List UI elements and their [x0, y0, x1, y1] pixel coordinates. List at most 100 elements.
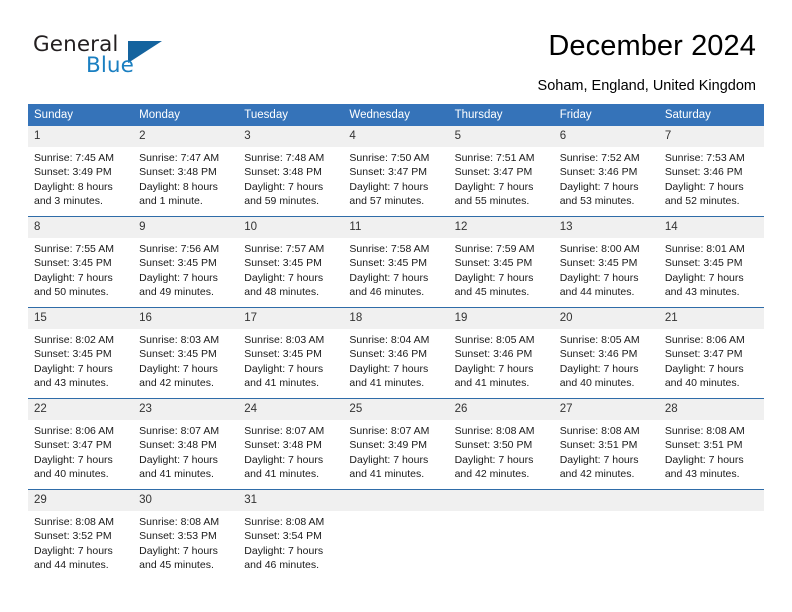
day-details: Sunrise: 8:05 AM Sunset: 3:46 PM Dayligh… [554, 329, 659, 391]
day-cell[interactable]: 4 Sunrise: 7:50 AM Sunset: 3:47 PM Dayli… [343, 126, 449, 217]
day-cell[interactable]: 14 Sunrise: 8:01 AM Sunset: 3:45 PM Dayl… [658, 216, 764, 308]
day-details: Sunrise: 7:47 AM Sunset: 3:48 PM Dayligh… [133, 147, 238, 209]
day-cell[interactable]: 2 Sunrise: 7:47 AM Sunset: 3:48 PM Dayli… [133, 126, 239, 217]
daylight-text-line2: and 45 minutes. [139, 559, 214, 572]
weekday-header-friday: Friday [553, 104, 659, 126]
daylight-text-line2: and 44 minutes. [34, 559, 109, 572]
day-cell[interactable]: 13 Sunrise: 8:00 AM Sunset: 3:45 PM Dayl… [553, 216, 659, 308]
day-cell[interactable]: 5 Sunrise: 7:51 AM Sunset: 3:47 PM Dayli… [448, 126, 554, 217]
day-cell[interactable]: 18 Sunrise: 8:04 AM Sunset: 3:46 PM Dayl… [343, 307, 449, 399]
day-number [343, 490, 449, 511]
sunrise-text: Sunrise: 8:05 AM [559, 334, 640, 346]
daylight-text-line2: and 43 minutes. [664, 468, 740, 481]
day-cell[interactable]: 22 Sunrise: 8:06 AM Sunset: 3:47 PM Dayl… [28, 398, 134, 490]
day-number: 9 [133, 217, 239, 238]
day-cell[interactable]: 8 Sunrise: 7:55 AM Sunset: 3:45 PM Dayli… [28, 216, 134, 308]
daylight-text-line2: and 40 minutes. [664, 377, 740, 390]
page-header: General Blue December 2024 Soham, Englan… [0, 0, 792, 98]
day-cell[interactable]: 19 Sunrise: 8:05 AM Sunset: 3:46 PM Dayl… [448, 307, 554, 399]
day-cell[interactable]: 6 Sunrise: 7:52 AM Sunset: 3:46 PM Dayli… [553, 126, 659, 217]
day-cell[interactable]: 26 Sunrise: 8:08 AM Sunset: 3:50 PM Dayl… [448, 398, 554, 490]
day-cell[interactable]: 3 Sunrise: 7:48 AM Sunset: 3:48 PM Dayli… [238, 126, 344, 217]
day-cell[interactable]: 30 Sunrise: 8:08 AM Sunset: 3:53 PM Dayl… [133, 489, 239, 580]
sunset-text: Sunset: 3:47 PM [34, 439, 112, 452]
day-details: Sunrise: 8:07 AM Sunset: 3:49 PM Dayligh… [343, 420, 448, 482]
day-details: Sunrise: 7:56 AM Sunset: 3:45 PM Dayligh… [133, 238, 238, 300]
day-cell[interactable]: 25 Sunrise: 8:07 AM Sunset: 3:49 PM Dayl… [343, 398, 449, 490]
sunrise-text: Sunrise: 8:04 AM [349, 334, 430, 346]
sunrise-text: Sunrise: 8:00 AM [559, 243, 640, 255]
daylight-text-line2: and 43 minutes. [664, 286, 740, 299]
sunrise-text: Sunrise: 8:07 AM [349, 425, 430, 437]
daylight-text-line2: and 45 minutes. [454, 286, 530, 299]
day-number: 4 [343, 126, 449, 147]
daylight-text-line1: Daylight: 7 hours [664, 362, 744, 375]
day-cell[interactable]: 10 Sunrise: 7:57 AM Sunset: 3:45 PM Dayl… [238, 216, 344, 308]
daylight-text-line1: Daylight: 7 hours [244, 544, 324, 557]
daylight-text-line1: Daylight: 7 hours [34, 544, 113, 557]
sunset-text: Sunset: 3:46 PM [454, 348, 533, 361]
calendar-week-row: 8 Sunrise: 7:55 AM Sunset: 3:45 PM Dayli… [28, 216, 764, 308]
weekday-header-saturday: Saturday [658, 104, 764, 126]
daylight-text-line2: and 48 minutes. [244, 286, 319, 299]
daylight-text-line2: and 55 minutes. [454, 195, 530, 208]
day-details: Sunrise: 7:48 AM Sunset: 3:48 PM Dayligh… [238, 147, 343, 209]
day-cell[interactable]: 16 Sunrise: 8:03 AM Sunset: 3:45 PM Dayl… [133, 307, 239, 399]
day-cell[interactable]: 15 Sunrise: 8:02 AM Sunset: 3:45 PM Dayl… [28, 307, 134, 399]
sunset-text: Sunset: 3:48 PM [139, 166, 217, 179]
day-cell[interactable]: 7 Sunrise: 7:53 AM Sunset: 3:46 PM Dayli… [658, 126, 764, 217]
calendar-header-row: Sunday Monday Tuesday Wednesday Thursday… [28, 104, 764, 126]
general-blue-logo[interactable]: General Blue [33, 32, 203, 84]
sunset-text: Sunset: 3:45 PM [244, 348, 322, 361]
day-details: Sunrise: 8:08 AM Sunset: 3:53 PM Dayligh… [133, 511, 238, 573]
daylight-text-line1: Daylight: 7 hours [454, 271, 534, 284]
calendar-week-row: 22 Sunrise: 8:06 AM Sunset: 3:47 PM Dayl… [28, 398, 764, 490]
day-cell[interactable]: 1 Sunrise: 7:45 AM Sunset: 3:49 PM Dayli… [28, 126, 134, 217]
weekday-header-tuesday: Tuesday [238, 104, 344, 126]
day-details: Sunrise: 7:45 AM Sunset: 3:49 PM Dayligh… [28, 147, 133, 209]
daylight-text-line1: Daylight: 7 hours [664, 271, 744, 284]
day-number: 18 [343, 308, 449, 329]
day-number: 14 [658, 217, 764, 238]
day-details: Sunrise: 8:04 AM Sunset: 3:46 PM Dayligh… [343, 329, 448, 391]
day-cell[interactable]: 12 Sunrise: 7:59 AM Sunset: 3:45 PM Dayl… [448, 216, 554, 308]
day-cell[interactable]: 27 Sunrise: 8:08 AM Sunset: 3:51 PM Dayl… [553, 398, 659, 490]
day-cell[interactable]: 23 Sunrise: 8:07 AM Sunset: 3:48 PM Dayl… [133, 398, 239, 490]
calendar-page: General Blue December 2024 Soham, Englan… [0, 0, 792, 612]
sunset-text: Sunset: 3:45 PM [139, 257, 217, 270]
sunrise-text: Sunrise: 7:58 AM [349, 243, 430, 255]
daylight-text-line2: and 41 minutes. [139, 468, 214, 481]
sunrise-text: Sunrise: 8:03 AM [244, 334, 325, 346]
sunset-text: Sunset: 3:46 PM [664, 166, 743, 179]
daylight-text-line1: Daylight: 8 hours [139, 180, 218, 193]
daylight-text-line2: and 43 minutes. [34, 377, 109, 390]
day-number: 23 [133, 399, 239, 420]
day-cell[interactable]: 11 Sunrise: 7:58 AM Sunset: 3:45 PM Dayl… [343, 216, 449, 308]
sunrise-text: Sunrise: 8:01 AM [664, 243, 745, 255]
sunrise-text: Sunrise: 8:07 AM [139, 425, 220, 437]
sunrise-text: Sunrise: 8:06 AM [34, 425, 114, 437]
day-number: 26 [448, 399, 554, 420]
day-cell[interactable]: 28 Sunrise: 8:08 AM Sunset: 3:51 PM Dayl… [658, 398, 764, 490]
day-cell[interactable]: 24 Sunrise: 8:07 AM Sunset: 3:48 PM Dayl… [238, 398, 344, 490]
daylight-text-line2: and 40 minutes. [34, 468, 109, 481]
day-cell[interactable]: 20 Sunrise: 8:05 AM Sunset: 3:46 PM Dayl… [553, 307, 659, 399]
day-details: Sunrise: 7:59 AM Sunset: 3:45 PM Dayligh… [449, 238, 554, 300]
day-number: 31 [238, 490, 344, 511]
day-number: 28 [658, 399, 764, 420]
day-cell[interactable]: 31 Sunrise: 8:08 AM Sunset: 3:54 PM Dayl… [238, 489, 344, 580]
day-cell[interactable]: 21 Sunrise: 8:06 AM Sunset: 3:47 PM Dayl… [658, 307, 764, 399]
day-cell[interactable]: 9 Sunrise: 7:56 AM Sunset: 3:45 PM Dayli… [133, 216, 239, 308]
day-number: 27 [553, 399, 659, 420]
sunrise-text: Sunrise: 7:56 AM [139, 243, 220, 255]
day-cell[interactable]: 29 Sunrise: 8:08 AM Sunset: 3:52 PM Dayl… [28, 489, 134, 580]
daylight-text-line1: Daylight: 7 hours [349, 271, 429, 284]
sunrise-text: Sunrise: 7:51 AM [454, 152, 535, 164]
daylight-text-line1: Daylight: 7 hours [139, 544, 218, 557]
daylight-text-line2: and 42 minutes. [139, 377, 214, 390]
sunrise-text: Sunrise: 7:48 AM [244, 152, 325, 164]
daylight-text-line2: and 40 minutes. [559, 377, 635, 390]
day-cell[interactable]: 17 Sunrise: 8:03 AM Sunset: 3:45 PM Dayl… [238, 307, 344, 399]
daylight-text-line1: Daylight: 7 hours [559, 453, 639, 466]
sunset-text: Sunset: 3:46 PM [349, 348, 428, 361]
